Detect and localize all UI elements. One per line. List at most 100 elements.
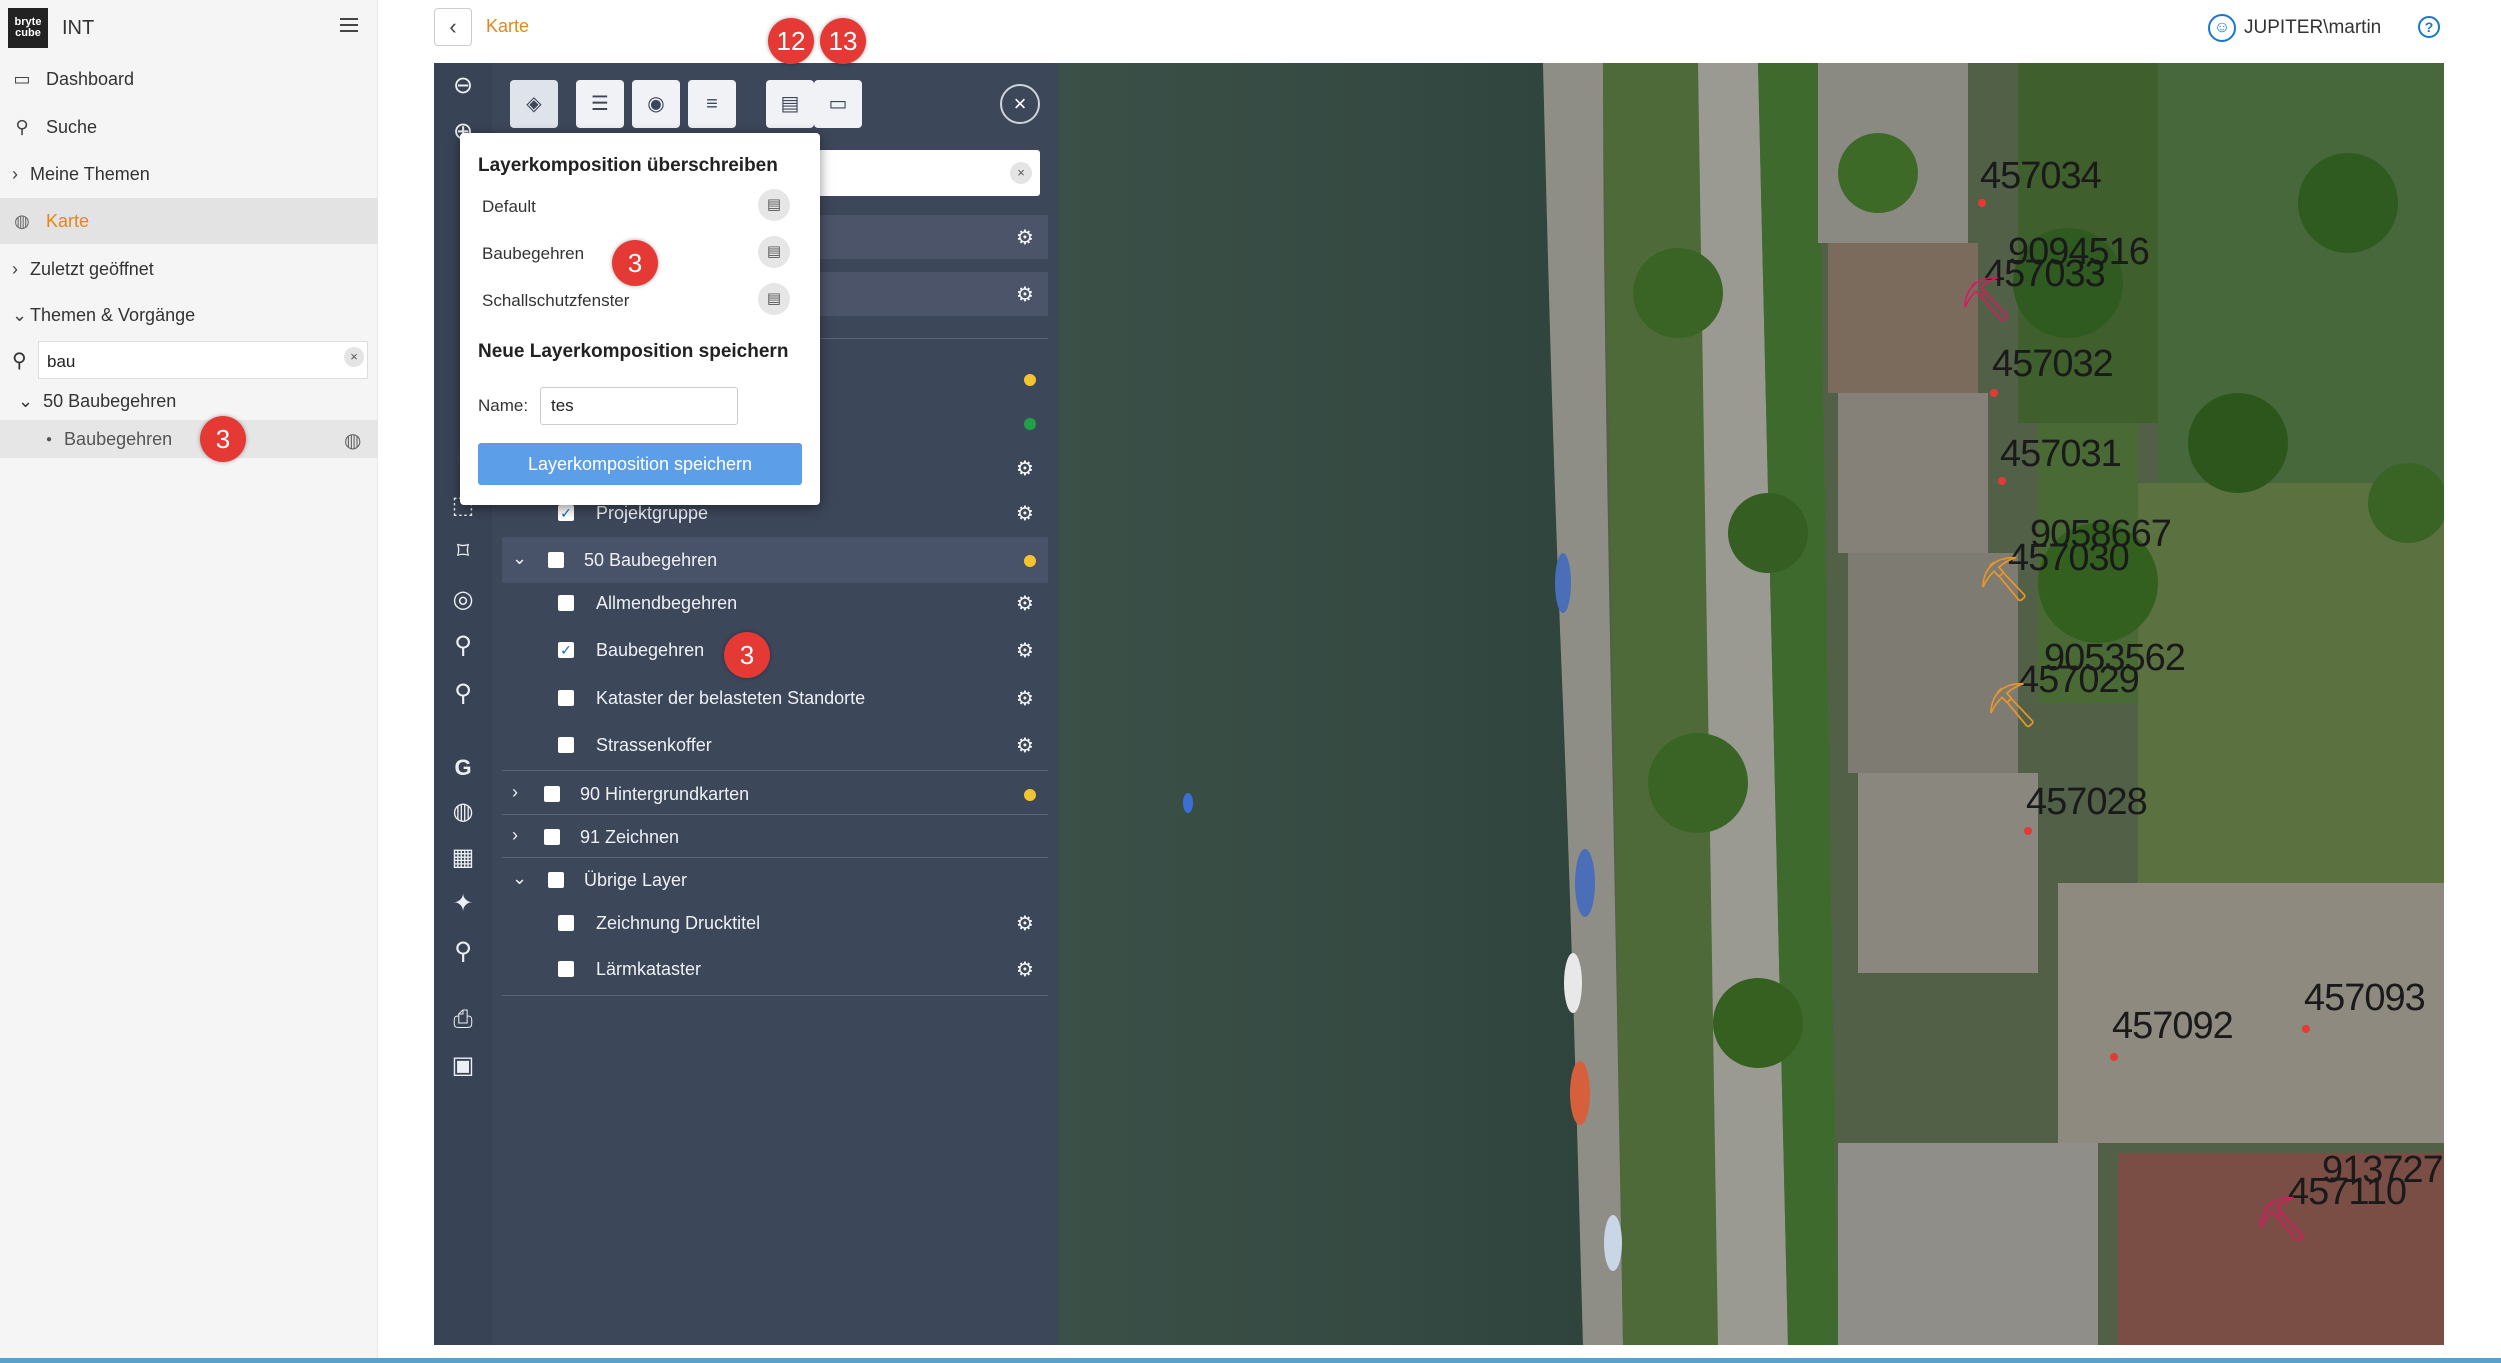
pin-icon[interactable]: ⚲ [434, 932, 492, 972]
status-dot [1024, 418, 1036, 430]
composition-item[interactable]: Schallschutzfenster [482, 291, 629, 311]
google-icon[interactable]: G [434, 748, 492, 788]
image-icon[interactable]: ▣ [434, 1046, 492, 1086]
gear-icon[interactable]: ⚙ [1016, 225, 1034, 250]
menu-icon[interactable] [340, 18, 358, 32]
locate-icon[interactable]: ◎ [434, 580, 492, 620]
divider [502, 995, 1048, 996]
layer-checkbox[interactable] [548, 552, 564, 568]
layer-row[interactable]: Strassenkoffer ⚙ [502, 722, 1048, 768]
gear-icon[interactable]: ⚙ [1016, 957, 1034, 982]
app-name: INT [62, 16, 95, 39]
layer-checkbox-checked[interactable]: ✓ [558, 505, 574, 521]
layer-group-90[interactable]: › 90 Hintergrundkarten [502, 771, 1048, 817]
satellite-icon[interactable]: ✦ [434, 884, 492, 924]
construction-marker-icon[interactable]: ⛏ [2254, 1193, 2310, 1245]
print-icon[interactable]: ⎙ [434, 1000, 492, 1040]
chevron-down-icon[interactable]: ⌄ [512, 868, 527, 889]
parcel-point [1998, 477, 2006, 485]
filter-icon: ☰ [591, 93, 609, 115]
popup-title-new: Neue Layerkomposition speichern [478, 341, 789, 362]
layer-row-baubegehren[interactable]: ✓ Baubegehren ⚙ [502, 627, 1048, 673]
layer-checkbox[interactable] [544, 786, 560, 802]
construction-marker-icon[interactable]: ⛏ [1958, 273, 2014, 325]
gear-icon[interactable]: ⚙ [1016, 911, 1034, 936]
layer-checkbox-checked[interactable]: ✓ [558, 642, 574, 658]
composition-item[interactable]: Baubegehren [482, 244, 584, 264]
layer-group-50-baubegehren[interactable]: ⌄ 50 Baubegehren [502, 537, 1048, 583]
layer-checkbox[interactable] [558, 690, 574, 706]
map-icon[interactable]: ▦ [434, 838, 492, 878]
construction-marker-icon[interactable]: ⛏ [1976, 553, 2032, 605]
nav-map[interactable]: ◍ Karte [0, 198, 378, 244]
select-area-icon[interactable]: ⌑ [434, 532, 492, 572]
chevron-down-icon: ⌄ [12, 304, 28, 325]
layer-row[interactable]: Lärmkataster ⚙ [502, 946, 1048, 992]
status-dot [1024, 374, 1036, 386]
gear-icon[interactable]: ⚙ [1016, 733, 1034, 758]
layer-row[interactable]: Allmendbegehren ⚙ [502, 580, 1048, 626]
topic-search-input[interactable]: bau [38, 341, 368, 379]
zoom-out-icon[interactable]: ⊖ [434, 66, 492, 106]
tree-group-50-baubegehren[interactable]: ⌄ 50 Baubegehren [0, 384, 378, 418]
layer-checkbox[interactable] [558, 737, 574, 753]
gear-icon[interactable]: ⚙ [1016, 686, 1034, 711]
save-icon[interactable]: ▤ [758, 283, 790, 315]
layer-filter-input[interactable]: × [800, 150, 1040, 196]
back-button[interactable]: ‹ [434, 8, 472, 46]
chevron-right-icon[interactable]: › [512, 782, 518, 803]
globe-icon[interactable]: ◍ [344, 428, 361, 453]
layer-group-uebrige[interactable]: ⌄ Übrige Layer [502, 857, 1048, 903]
save-icon[interactable]: ▤ [758, 236, 790, 268]
save-icon[interactable]: ▤ [758, 189, 790, 221]
layer-row[interactable]: Zeichnung Drucktitel ⚙ [502, 900, 1048, 946]
parcel-point [1978, 199, 1986, 207]
open-composition-button[interactable]: ▭ [814, 80, 862, 128]
hide-tab[interactable]: ◉ [632, 80, 680, 128]
close-panel-button[interactable]: × [1000, 84, 1040, 124]
nav-dashboard[interactable]: ▭ Dashboard [0, 56, 378, 102]
map-view[interactable]: 457034 9094516 457033 ⛏ 457032 457031 90… [1058, 63, 2444, 1345]
nav-topics[interactable]: ⌄ Themen & Vorgänge [0, 292, 378, 338]
layer-group-91[interactable]: › 91 Zeichnen [502, 814, 1048, 860]
zoom-search-icon[interactable]: ⚲ [434, 626, 492, 666]
nav-search[interactable]: ⚲ Suche [0, 104, 378, 150]
filter-tab[interactable]: ☰ [576, 80, 624, 128]
list-tab[interactable]: ≡ [688, 80, 736, 128]
layer-checkbox[interactable] [558, 915, 574, 931]
layer-checkbox[interactable] [558, 595, 574, 611]
user-menu[interactable]: ☺ JUPITER\martin [2208, 14, 2381, 42]
tree-item-baubegehren[interactable]: ● Baubegehren ◍ [0, 420, 378, 458]
clear-search-icon[interactable]: × [344, 347, 364, 367]
monitor-icon: ▭ [13, 68, 31, 89]
search-icon[interactable]: ⚲ [434, 674, 492, 714]
nav-my-topics[interactable]: › Meine Themen [0, 151, 378, 197]
layer-checkbox[interactable] [558, 961, 574, 977]
save-composition-button[interactable]: ▤ [766, 80, 814, 128]
layer-checkbox[interactable] [548, 872, 564, 888]
layer-row[interactable]: Kataster der belasteten Standorte ⚙ [502, 675, 1048, 721]
gear-icon[interactable]: ⚙ [1016, 456, 1034, 481]
gear-icon[interactable]: ⚙ [1016, 591, 1034, 616]
name-label: Name: [478, 396, 529, 415]
gear-icon[interactable]: ⚙ [1016, 501, 1034, 526]
gear-icon[interactable]: ⚙ [1016, 638, 1034, 663]
layer-checkbox[interactable] [544, 829, 560, 845]
breadcrumb[interactable]: Karte [486, 16, 529, 37]
construction-marker-icon[interactable]: ⛏ [1984, 679, 2040, 731]
parcel-label: 457028 [2026, 781, 2148, 823]
chevron-right-icon[interactable]: › [512, 825, 518, 846]
brand[interactable]: bryte cube INT [8, 8, 94, 48]
nav-recent[interactable]: › Zuletzt geöffnet [0, 246, 378, 292]
chevron-down-icon[interactable]: ⌄ [512, 548, 527, 569]
composition-name-input[interactable]: tes [540, 387, 738, 425]
parcel-label: 457031 [2000, 433, 2122, 475]
help-icon[interactable]: ? [2418, 16, 2440, 38]
clear-filter-icon[interactable]: × [1010, 162, 1032, 184]
composition-item[interactable]: Default [482, 197, 536, 217]
globe-icon[interactable]: ◍ [434, 792, 492, 832]
gear-icon[interactable]: ⚙ [1016, 282, 1034, 307]
layers-tab[interactable]: ◈ [510, 80, 558, 128]
annotation-badge: 3 [200, 416, 246, 462]
save-composition-submit-button[interactable]: Layerkomposition speichern [478, 443, 802, 485]
